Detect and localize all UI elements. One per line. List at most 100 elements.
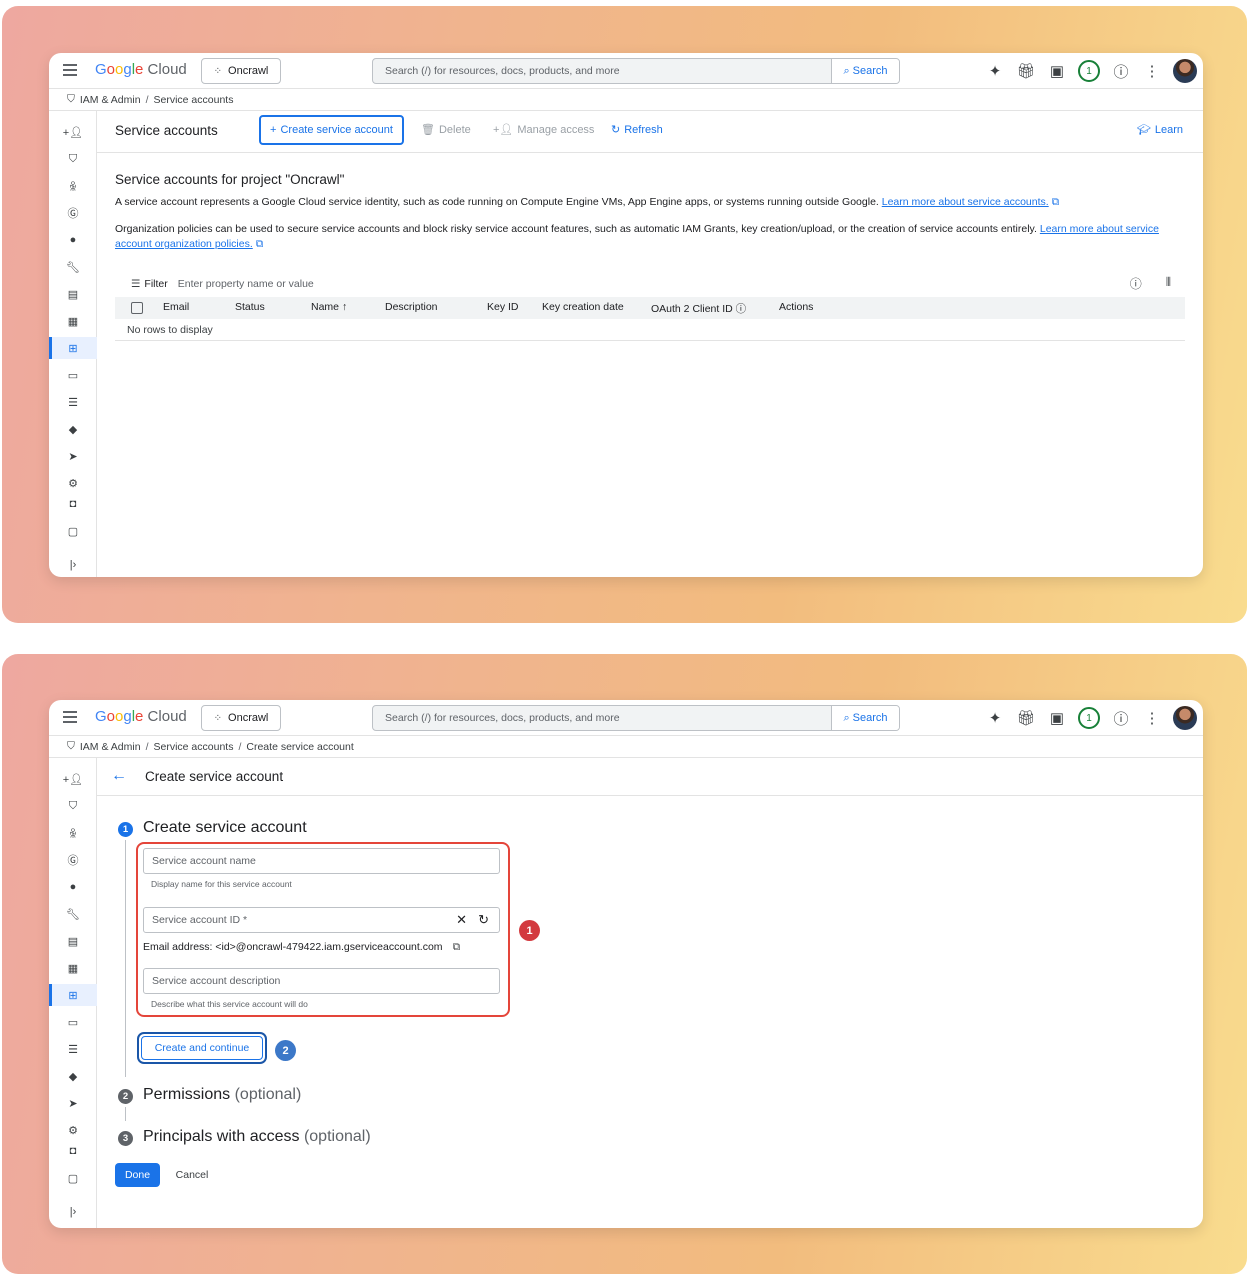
step-3-title[interactable]: Principals with access (optional) [143,1128,371,1146]
learn-more-service-accounts-link[interactable]: Learn more about service accounts. [882,196,1049,208]
notifications-badge[interactable]: 1 [1078,707,1100,729]
policy-icon[interactable]: Ⓖ [49,202,97,224]
create-service-account-button[interactable]: + Create service account [259,115,404,145]
shield-icon[interactable]: ⛉ [49,795,97,817]
column-name[interactable]: Name ↑ [311,301,347,313]
edit-note-icon[interactable]: ▢ [49,1167,97,1189]
manage-access-label: Manage access [517,123,595,136]
settings-icon[interactable]: ⚙ [49,472,97,494]
breadcrumb-service-accounts[interactable]: Service accounts [154,741,234,753]
column-key-creation-date[interactable]: Key creation date [542,301,624,313]
breadcrumb-service-accounts[interactable]: Service accounts [154,94,234,106]
column-display-icon[interactable]: ⦀ [1166,275,1171,292]
done-button[interactable]: Done [115,1163,160,1187]
tag-icon[interactable]: ◆ [49,1065,97,1087]
edit-note-icon[interactable]: ▢ [49,520,97,542]
gift-icon[interactable]: 🎁︎ [1016,61,1036,81]
chevron-icon[interactable]: ➤ [49,445,97,467]
search-button[interactable]: ⌕ Search [831,706,899,730]
person-add-icon[interactable]: +👤︎ [49,768,97,790]
note-icon[interactable]: ▦ [49,310,97,332]
copy-icon[interactable]: ⧉ [453,941,461,953]
help-icon[interactable]: ⓘ [1130,275,1142,292]
back-arrow-icon[interactable]: ← [111,767,127,785]
search-input[interactable] [373,706,831,730]
google-cloud-logo[interactable]: Google Cloud [95,708,187,725]
breadcrumb-iam-admin[interactable]: IAM & Admin [80,741,141,753]
column-oauth-client-id[interactable]: OAuth 2 Client ID ⓘ [651,301,746,316]
column-status[interactable]: Status [235,301,265,313]
create-and-continue-button[interactable]: Create and continue [141,1036,263,1060]
search-button[interactable]: ⌕ Search [831,59,899,83]
list-icon[interactable]: ☰ [49,391,97,413]
avatar[interactable] [1173,59,1197,83]
refresh-button[interactable]: ↻ Refresh [611,123,663,137]
notifications-badge[interactable]: 1 [1078,60,1100,82]
regenerate-icon[interactable]: ↻ [478,912,489,928]
gemini-sparkle-icon[interactable]: ✦ [985,708,1005,728]
filter-input[interactable] [177,278,478,290]
camera-icon[interactable]: ◘ [49,493,97,515]
column-email[interactable]: Email [163,301,189,313]
avatar[interactable] [1173,706,1197,730]
settings-icon[interactable]: ⚙ [49,1119,97,1141]
project-picker-button[interactable]: ⁘ Oncrawl [201,705,281,731]
gemini-sparkle-icon[interactable]: ✦ [985,61,1005,81]
service-account-name-input[interactable] [144,849,499,873]
expand-icon[interactable]: |› [49,554,97,576]
column-description[interactable]: Description [385,301,438,313]
receipt-icon[interactable]: ▤ [49,930,97,952]
menu-icon[interactable] [63,64,77,76]
help-icon[interactable]: ⓘ [1111,708,1131,728]
service-account-icon[interactable]: ⊞ [49,984,97,1006]
breadcrumb-iam-admin[interactable]: IAM & Admin [80,94,141,106]
gift-icon[interactable]: 🎁︎ [1016,708,1036,728]
project-picker-button[interactable]: ⁘ Oncrawl [201,58,281,84]
delete-button[interactable]: 🗑︎ Delete [421,123,471,137]
service-account-id-input[interactable] [144,908,499,932]
person-add-icon[interactable]: +👤︎ [49,121,97,143]
org-policy-paragraph: Organization policies can be used to sec… [115,222,1185,252]
cloud-shell-icon[interactable]: ▣ [1047,708,1067,728]
filter-icon: ☰ [131,278,141,290]
cancel-button[interactable]: Cancel [169,1163,215,1187]
manage-access-button[interactable]: +👤︎ Manage access [493,123,595,137]
menu-icon[interactable] [63,711,77,723]
receipt-icon[interactable]: ▤ [49,283,97,305]
wrench-icon[interactable]: 🔧︎ [49,903,97,925]
step-2-title[interactable]: Permissions (optional) [143,1086,301,1104]
more-vert-icon[interactable]: ⋮ [1142,708,1162,728]
note-icon[interactable]: ▦ [49,957,97,979]
clear-icon[interactable]: ✕ [456,912,467,928]
policy-icon[interactable]: Ⓖ [49,849,97,871]
google-cloud-logo[interactable]: Google Cloud [95,61,187,78]
plus-icon: + [270,124,277,136]
name-helper-text: Display name for this service account [151,879,292,889]
search-button-label: Search [852,65,888,77]
card-icon[interactable]: ▭ [49,364,97,386]
camera-icon[interactable]: ◘ [49,1140,97,1162]
wrench-icon[interactable]: 🔧︎ [49,256,97,278]
help-icon[interactable]: ⓘ [1111,61,1131,81]
account-circle-icon[interactable]: ● [49,229,97,251]
chevron-icon[interactable]: ➤ [49,1092,97,1114]
table-header: Email Status Name ↑ Description Key ID K… [115,297,1185,319]
service-account-description-input[interactable] [144,969,499,993]
account-circle-icon[interactable]: ● [49,876,97,898]
card-icon[interactable]: ▭ [49,1011,97,1033]
more-vert-icon[interactable]: ⋮ [1142,61,1162,81]
list-icon[interactable]: ☰ [49,1038,97,1060]
person-search-icon[interactable]: ꆜ [49,822,97,844]
tag-icon[interactable]: ◆ [49,418,97,440]
column-key-id[interactable]: Key ID [487,301,519,313]
expand-icon[interactable]: |› [49,1201,97,1223]
shield-icon[interactable]: ⛉ [49,148,97,170]
learn-button[interactable]: 🎓︎ Learn [1137,123,1183,137]
search-input[interactable] [373,59,831,83]
breadcrumb-separator: / [145,740,149,753]
select-all-checkbox[interactable] [131,302,143,314]
person-search-icon[interactable]: ꆜ [49,175,97,197]
cloud-shell-icon[interactable]: ▣ [1047,61,1067,81]
description-helper-text: Describe what this service account will … [151,999,308,1009]
service-account-icon[interactable]: ⊞ [49,337,97,359]
